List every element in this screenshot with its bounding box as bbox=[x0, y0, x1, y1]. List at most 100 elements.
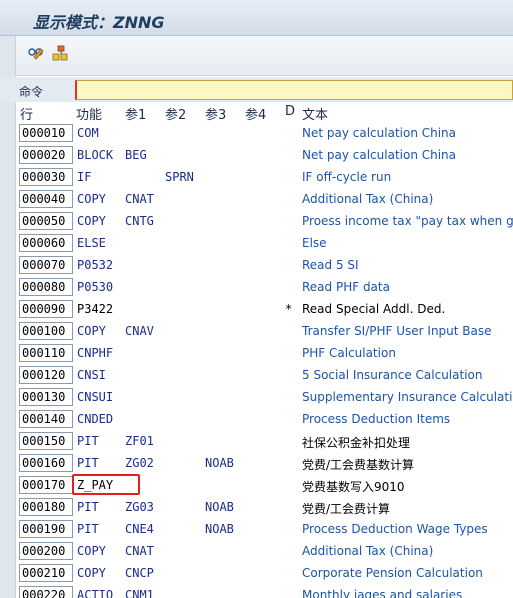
line-number-field[interactable]: 000010 bbox=[19, 124, 73, 142]
table-row[interactable]: 000020 BLOCK BEG Net pay calculation China bbox=[0, 144, 513, 166]
text-cell[interactable]: Else bbox=[302, 236, 327, 250]
text-cell[interactable]: Corporate Pension Calculation bbox=[302, 566, 483, 580]
text-cell[interactable]: Read Special Addl. Ded. bbox=[302, 302, 445, 316]
line-number-field[interactable]: 000020 bbox=[19, 146, 73, 164]
table-row[interactable]: 000070 P0532 Read 5 SI bbox=[0, 254, 513, 276]
text-cell[interactable]: Monthly iages and salaries bbox=[302, 588, 462, 598]
text-cell[interactable]: 社保公积金补扣处理 bbox=[302, 434, 410, 451]
text-cell[interactable]: Process Deduction Wage Types bbox=[302, 522, 488, 536]
text-cell[interactable]: Process Deduction Items bbox=[302, 412, 450, 426]
line-number-field[interactable]: 000050 bbox=[19, 212, 73, 230]
text-cell[interactable]: 党费基数写入9010 bbox=[302, 478, 405, 495]
param1-cell[interactable]: CNCP bbox=[125, 566, 154, 580]
table-row[interactable]: 000140 CNDED Process Deduction Items bbox=[0, 408, 513, 430]
text-cell[interactable]: Transfer SI/PHF User Input Base bbox=[302, 324, 492, 338]
table-row[interactable]: 000210 COPY CNCP Corporate Pension Calculat… bbox=[0, 562, 513, 584]
function-cell[interactable]: PIT bbox=[77, 434, 99, 448]
table-row[interactable]: 000160 PIT ZG02 NOAB 党费/工会费基数计算 bbox=[0, 452, 513, 474]
command-input[interactable] bbox=[75, 80, 513, 100]
param1-cell[interactable]: CNAV bbox=[125, 324, 154, 338]
line-number-field[interactable]: 000140 bbox=[19, 410, 73, 428]
line-number-field[interactable]: 000110 bbox=[19, 344, 73, 362]
line-number-field[interactable]: 000080 bbox=[19, 278, 73, 296]
function-cell[interactable]: CNSI bbox=[77, 368, 106, 382]
text-cell[interactable]: PHF Calculation bbox=[302, 346, 396, 360]
param1-cell[interactable]: ZG02 bbox=[125, 456, 154, 470]
line-number-field[interactable]: 000120 bbox=[19, 366, 73, 384]
line-number-field[interactable]: 000090 bbox=[19, 300, 73, 318]
table-row[interactable]: 000010 COM Net pay calculation China bbox=[0, 122, 513, 144]
line-number-field[interactable]: 000070 bbox=[19, 256, 73, 274]
param2-cell[interactable]: SPRN bbox=[165, 170, 194, 184]
function-cell[interactable]: PIT bbox=[77, 522, 99, 536]
text-cell[interactable]: IF off-cycle run bbox=[302, 170, 391, 184]
table-row[interactable]: 000100 COPY CNAV Transfer SI/PHF User Input… bbox=[0, 320, 513, 342]
display-change-icon[interactable] bbox=[27, 44, 45, 62]
deactivation-cell[interactable]: * bbox=[285, 302, 292, 316]
line-number-field[interactable]: 000220 bbox=[19, 586, 73, 598]
table-row[interactable]: 000090 P3422 * Read Special Addl. Ded. bbox=[0, 298, 513, 320]
line-number-field[interactable]: 000030 bbox=[19, 168, 73, 186]
table-row[interactable]: 000190 PIT CNE4 NOAB Process Deduction Wage … bbox=[0, 518, 513, 540]
function-cell[interactable]: P0532 bbox=[77, 258, 113, 272]
function-cell[interactable]: PIT bbox=[77, 456, 99, 470]
table-row[interactable]: 000220 ACTIO CNM1 Monthly iages and salarie… bbox=[0, 584, 513, 598]
line-number-field[interactable]: 000160 bbox=[19, 454, 73, 472]
text-cell[interactable]: Additional Tax (China) bbox=[302, 192, 433, 206]
table-row[interactable]: 000180 PIT ZG03 NOAB 党费/工会费计算 bbox=[0, 496, 513, 518]
function-cell[interactable]: COPY bbox=[77, 214, 106, 228]
function-cell[interactable]: CNSUI bbox=[77, 390, 113, 404]
line-number-field[interactable]: 000190 bbox=[19, 520, 73, 538]
table-row[interactable]: 000110 CNPHF PHF Calculation bbox=[0, 342, 513, 364]
text-cell[interactable]: 5 Social Insurance Calculation bbox=[302, 368, 482, 382]
table-row[interactable]: 000060 ELSE Else bbox=[0, 232, 513, 254]
text-cell[interactable]: Proess income tax "pay tax when get" bbox=[302, 214, 513, 228]
text-cell[interactable]: Read 5 SI bbox=[302, 258, 359, 272]
text-cell[interactable]: Net pay calculation China bbox=[302, 126, 456, 140]
table-row[interactable]: 000200 COPY CNAT Additional Tax (China) bbox=[0, 540, 513, 562]
function-cell[interactable]: BLOCK bbox=[77, 148, 113, 162]
param3-cell[interactable]: NOAB bbox=[205, 456, 234, 470]
line-number-field[interactable]: 000180 bbox=[19, 498, 73, 516]
function-cell[interactable]: P3422 bbox=[77, 302, 113, 316]
text-cell[interactable]: Net pay calculation China bbox=[302, 148, 456, 162]
function-cell[interactable]: IF bbox=[77, 170, 91, 184]
function-cell[interactable]: ELSE bbox=[77, 236, 106, 250]
table-row[interactable]: 000120 CNSI 5 Social Insurance Calculation bbox=[0, 364, 513, 386]
function-cell[interactable]: COPY bbox=[77, 566, 106, 580]
text-cell[interactable]: Additional Tax (China) bbox=[302, 544, 433, 558]
param1-cell[interactable]: CNE4 bbox=[125, 522, 154, 536]
table-row[interactable]: 000050 COPY CNTG Proess income tax "pay tax… bbox=[0, 210, 513, 232]
function-cell[interactable]: COPY bbox=[77, 324, 106, 338]
param1-cell[interactable]: BEG bbox=[125, 148, 147, 162]
line-number-field[interactable]: 000150 bbox=[19, 432, 73, 450]
function-cell[interactable]: P0530 bbox=[77, 280, 113, 294]
param1-cell[interactable]: CNAT bbox=[125, 192, 154, 206]
table-row[interactable]: 000030 IF SPRN IF off-cycle run bbox=[0, 166, 513, 188]
line-number-field[interactable]: 000060 bbox=[19, 234, 73, 252]
text-cell[interactable]: 党费/工会费计算 bbox=[302, 500, 390, 517]
line-number-field[interactable]: 000170 bbox=[19, 476, 73, 494]
structure-icon[interactable] bbox=[51, 44, 69, 62]
function-cell[interactable]: COPY bbox=[77, 192, 106, 206]
param1-cell[interactable]: ZG03 bbox=[125, 500, 154, 514]
text-cell[interactable]: 党费/工会费基数计算 bbox=[302, 456, 414, 473]
line-number-field[interactable]: 000200 bbox=[19, 542, 73, 560]
param3-cell[interactable]: NOAB bbox=[205, 522, 234, 536]
function-cell[interactable]: COPY bbox=[77, 544, 106, 558]
function-cell[interactable]: PIT bbox=[77, 500, 99, 514]
table-row[interactable]: 000040 COPY CNAT Additional Tax (China) bbox=[0, 188, 513, 210]
param1-cell[interactable]: ZF01 bbox=[125, 434, 154, 448]
text-cell[interactable]: Supplementary Insurance Calculation bbox=[302, 390, 513, 404]
function-cell[interactable]: CNPHF bbox=[77, 346, 113, 360]
function-cell[interactable]: CNDED bbox=[77, 412, 113, 426]
function-cell[interactable]: ACTIO bbox=[77, 588, 113, 598]
text-cell[interactable]: Read PHF data bbox=[302, 280, 390, 294]
function-cell[interactable]: COM bbox=[77, 126, 99, 140]
line-number-field[interactable]: 000210 bbox=[19, 564, 73, 582]
table-row[interactable]: 000150 PIT ZF01 社保公积金补扣处理 bbox=[0, 430, 513, 452]
line-number-field[interactable]: 000130 bbox=[19, 388, 73, 406]
line-number-field[interactable]: 000040 bbox=[19, 190, 73, 208]
param1-cell[interactable]: CNAT bbox=[125, 544, 154, 558]
line-number-field[interactable]: 000100 bbox=[19, 322, 73, 340]
